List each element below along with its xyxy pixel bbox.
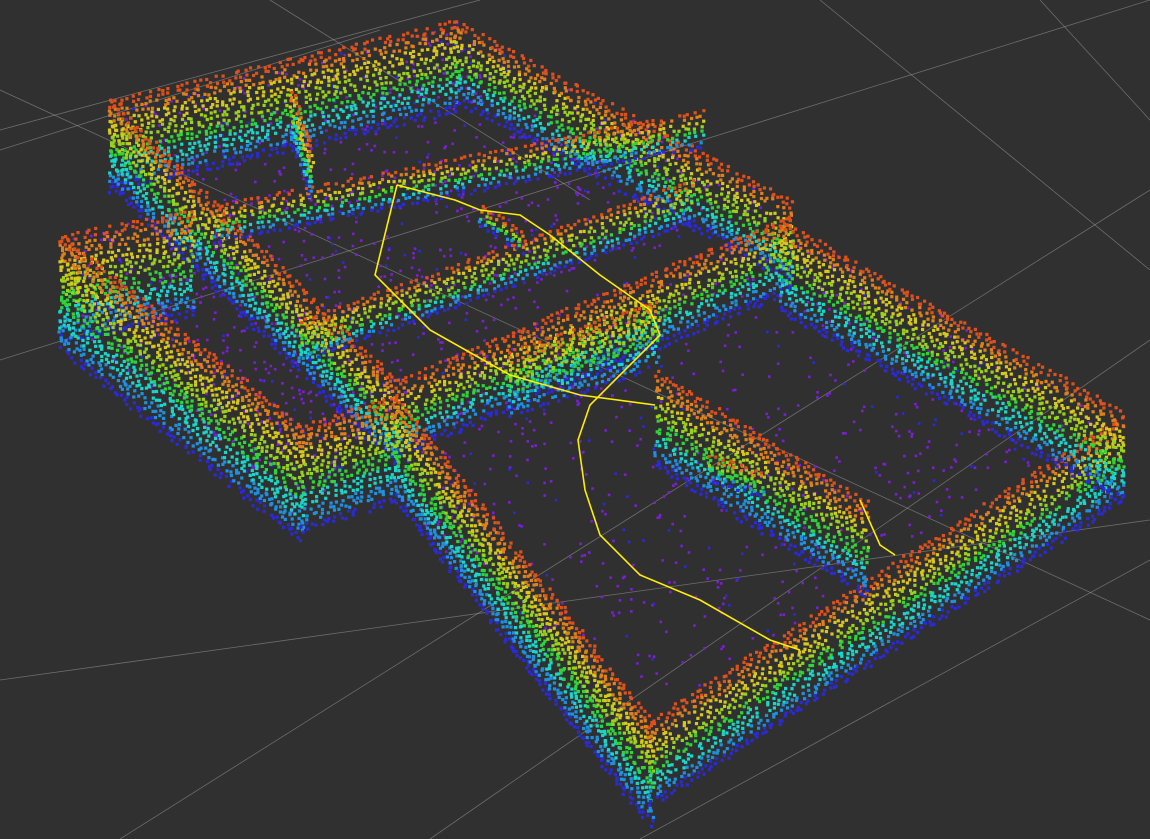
wall-points [57,20,1126,829]
point-cloud-scene[interactable] [0,0,1150,839]
3d-viewport[interactable] [0,0,1150,839]
robot-trajectory-branch [374,184,656,406]
